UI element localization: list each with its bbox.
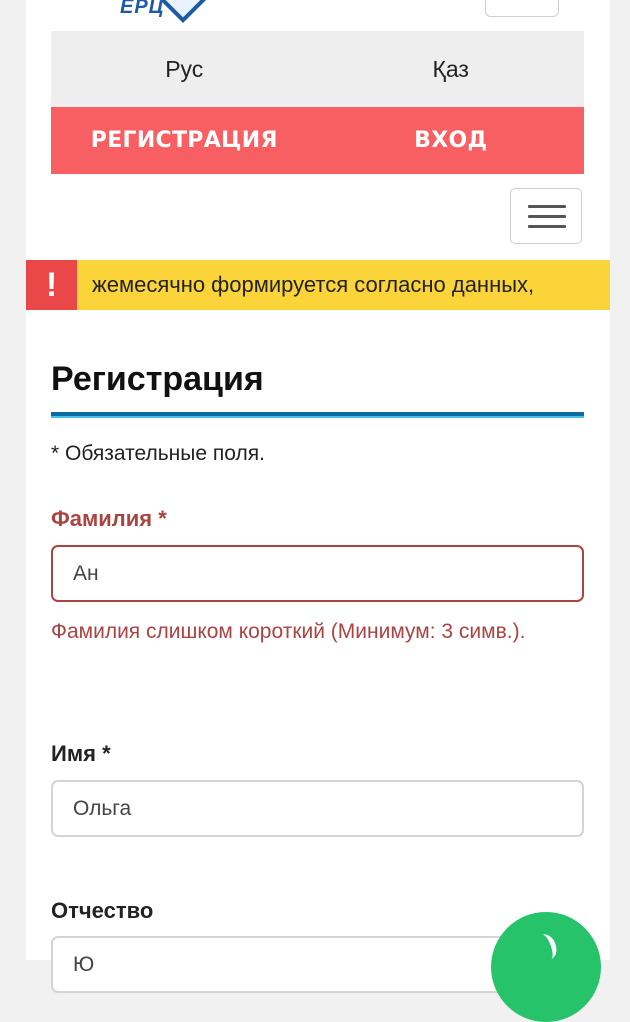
required-fields-note: * Обязательные поля. <box>51 442 265 465</box>
language-switcher: Рус Қаз <box>51 31 584 107</box>
surname-input[interactable] <box>51 545 584 602</box>
logo[interactable]: ЕРЦ <box>120 0 220 24</box>
login-link[interactable]: ВХОД <box>318 107 585 174</box>
language-kz[interactable]: Қаз <box>318 31 585 107</box>
required-mark: * <box>102 741 111 766</box>
header-button[interactable] <box>485 0 559 17</box>
logo-mark-icon <box>158 0 208 24</box>
patronymic-label-text: Отчество <box>51 898 154 923</box>
alert-marquee: ! жемесячно формируется согласно данных, <box>26 260 610 310</box>
language-ru[interactable]: Рус <box>51 31 318 107</box>
exclamation-icon: ! <box>26 260 77 310</box>
patronymic-label: Отчество <box>51 898 153 924</box>
menu-toggle-button[interactable] <box>510 188 582 244</box>
name-label-text: Имя <box>51 741 96 766</box>
leaf-icon <box>533 931 560 963</box>
surname-error-message: Фамилия слишком короткий (Минимум: 3 сим… <box>51 620 526 643</box>
surname-label: Фамилия * <box>51 506 167 532</box>
name-input[interactable] <box>51 780 584 837</box>
surname-label-text: Фамилия <box>51 506 153 531</box>
name-label: Имя * <box>51 741 111 767</box>
auth-bar: РЕГИСТРАЦИЯ ВХОД <box>51 107 584 174</box>
floating-action-button[interactable] <box>491 912 601 1022</box>
register-link[interactable]: РЕГИСТРАЦИЯ <box>51 107 318 174</box>
title-divider <box>51 412 584 418</box>
logo-text: ЕРЦ <box>120 0 165 18</box>
page-title: Регистрация <box>51 360 264 398</box>
required-mark: * <box>158 506 167 531</box>
alert-text: жемесячно формируется согласно данных, <box>92 272 535 297</box>
